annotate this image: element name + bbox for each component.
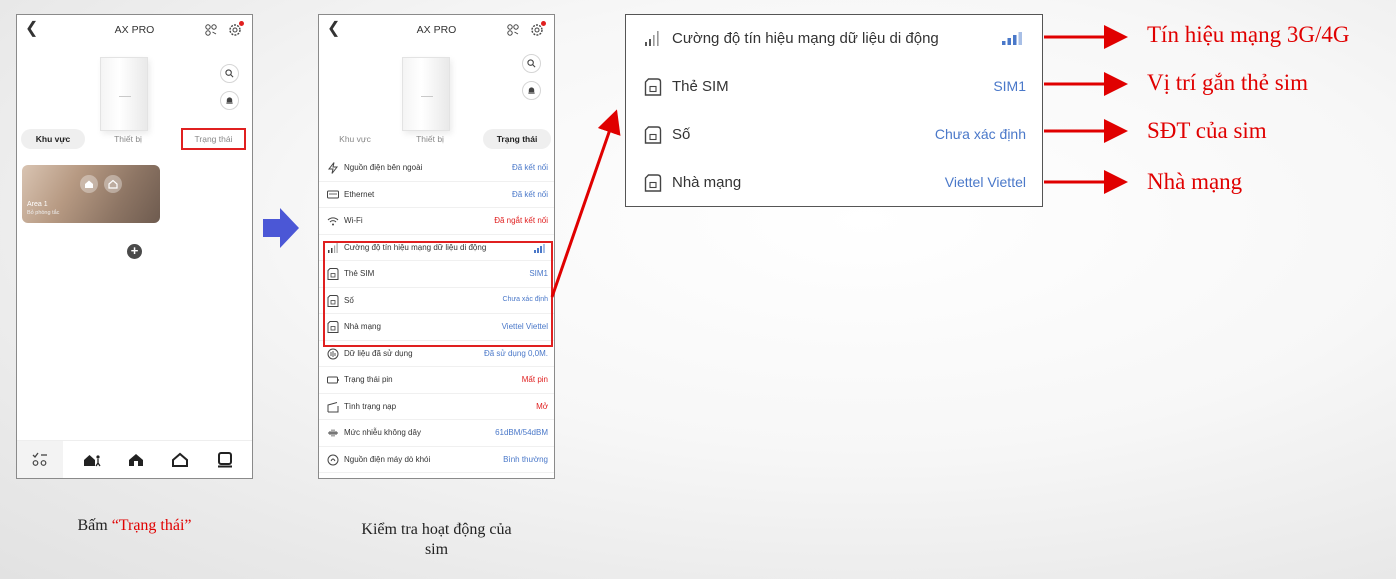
notification-dot (239, 21, 244, 26)
sim-section-highlight (323, 241, 553, 347)
zoom-label: Thẻ SIM (672, 78, 729, 95)
gear-icon[interactable] (530, 21, 546, 37)
zoom-row-sim-card[interactable]: Thẻ SIM SIM1 (626, 63, 1042, 111)
annotation-signal: Tín hiệu mạng 3G/4G (1147, 22, 1350, 47)
status-label: Nguồn điện bên ngoài (344, 163, 423, 172)
home-icon[interactable] (80, 175, 98, 193)
smoke-detector-icon (327, 454, 339, 465)
caption-prefix: Bấm (77, 517, 112, 534)
status-label: Trạng thái pin (344, 375, 393, 384)
zoom-value: Viettel Viettel (944, 174, 1026, 190)
tab-areas[interactable]: Khu vực (323, 129, 387, 149)
status-label: Tình trạng nạp (344, 401, 397, 411)
status-value: Bình thường (503, 454, 548, 464)
annotation-carrier: Nhà mạng (1147, 169, 1243, 194)
zoom-label: Cường độ tín hiệu mạng dữ liệu di động (672, 30, 939, 47)
next-step-arrow (263, 208, 299, 248)
zoom-label: Số (672, 126, 691, 143)
away-arm-icon[interactable] (127, 451, 145, 469)
device-image (100, 57, 148, 131)
battery-icon (327, 376, 339, 384)
signal-icon (645, 31, 659, 46)
zoom-row-cellular-signal[interactable]: Cường độ tín hiệu mạng dữ liệu di động (626, 15, 1042, 63)
alarm-bell-icon[interactable] (220, 91, 239, 110)
power-bolt-icon (327, 162, 339, 174)
tab-devices[interactable]: Thiết bị (103, 129, 153, 149)
caption-line-1: Kiểm tra hoạt động của (361, 521, 512, 538)
camera-off-icon[interactable] (104, 175, 122, 193)
status-value: Đã ngắt kết nối (494, 216, 548, 225)
plus-icon[interactable]: + (127, 244, 142, 259)
tab-status[interactable]: Trạng thái (181, 128, 246, 150)
notification-dot (541, 21, 546, 26)
zoom-icon[interactable] (220, 64, 239, 83)
status-label: Wi-Fi (344, 216, 363, 225)
alarm-bell-icon[interactable] (522, 81, 541, 100)
status-row-smoke-detector-power[interactable]: Nguồn điện máy dò khói Bình thường (319, 447, 554, 473)
stay-arm-icon[interactable] (83, 451, 101, 469)
wireless-noise-icon (328, 429, 338, 437)
status-value: Đã kết nối (511, 189, 548, 199)
caption-step-1: Bấm “Trạng thái” (16, 517, 253, 535)
share-icon[interactable] (506, 23, 520, 37)
status-row-ethernet[interactable]: Ethernet Đã kết nối (319, 182, 554, 208)
device-image (402, 57, 450, 131)
status-label: Nguồn điện máy dò khói (344, 454, 431, 464)
share-icon[interactable] (204, 23, 218, 37)
caption-highlight: “Trạng thái” (111, 517, 192, 534)
bottom-nav (17, 440, 252, 478)
caption-line-2: sim (424, 541, 449, 558)
status-row-lid-status[interactable]: Tình trạng nạp Mở (319, 394, 554, 420)
area-card[interactable]: Area 1 Bỏ phòng tắc (22, 165, 160, 223)
caption-step-2: Kiểm tra hoạt động của sim (318, 520, 555, 560)
zoom-row-carrier[interactable]: Nhà mạng Viettel Viettel (626, 159, 1042, 207)
status-label: Dữ liệu đã sử dụng (344, 348, 413, 358)
disarm-icon[interactable] (171, 451, 189, 469)
status-value: Đã kết nối (511, 163, 548, 172)
sim-icon (644, 126, 662, 144)
app-header: ❮ AX PRO (319, 15, 554, 45)
sim-icon (644, 174, 662, 192)
status-row-wifi[interactable]: Wi-Fi Đã ngắt kết nối (319, 208, 554, 235)
ethernet-icon (327, 190, 339, 198)
zoom-pointer-arrow (550, 109, 621, 298)
status-row-battery[interactable]: Trạng thái pin Mất pin (319, 367, 554, 394)
signal-strength-icon (1002, 32, 1022, 45)
status-label: Mức nhiễu không dây (344, 428, 421, 437)
status-value: Mở (536, 401, 548, 411)
zoom-row-number[interactable]: Số Chưa xác định (626, 111, 1042, 159)
area-mode: Bỏ phòng tắc (27, 210, 60, 216)
area-name: Area 1 (27, 201, 48, 208)
wifi-icon (327, 217, 339, 226)
gear-icon[interactable] (228, 21, 244, 37)
tab-bar: Khu vực Thiết bị Trạng thái (319, 129, 554, 151)
status-row-wireless-noise[interactable]: Mức nhiễu không dây 61dBM/54dBM (319, 420, 554, 447)
tab-areas[interactable]: Khu vực (21, 129, 85, 149)
tab-bar: Khu vực Thiết bị Trạng thái (17, 128, 252, 151)
status-label: Ethernet (344, 189, 375, 199)
tab-devices[interactable]: Thiết bị (405, 129, 455, 149)
phone-screen-areas: ❮ AX PRO Khu vực Thiết bị Trạng thái Are… (16, 14, 253, 479)
sim-info-zoom-panel: Cường độ tín hiệu mạng dữ liệu di động T… (625, 14, 1043, 207)
sim-icon (644, 78, 662, 96)
lid-icon (327, 401, 339, 412)
zoom-value: SIM1 (993, 78, 1026, 94)
annotation-phone-number: SĐT của sim (1147, 118, 1267, 143)
tab-status[interactable]: Trạng thái (483, 129, 551, 149)
zoom-icon[interactable] (522, 54, 541, 73)
zoom-label: Nhà mạng (672, 174, 742, 191)
app-header: ❮ AX PRO (17, 15, 252, 45)
zoom-value: Chưa xác định (934, 126, 1026, 142)
phone-screen-status: ❮ AX PRO Khu vực Thiết bị Trạng thái Ngu… (318, 14, 555, 479)
panel-icon[interactable] (216, 451, 234, 469)
status-value: Đã sử dụng 0,0M. (483, 348, 548, 358)
status-row-external-power[interactable]: Nguồn điện bên ngoài Đã kết nối (319, 155, 554, 182)
data-usage-icon (327, 348, 339, 359)
select-all-icon[interactable] (31, 451, 49, 469)
annotation-sim-slot: Vị trí gắn thẻ sim (1147, 70, 1308, 95)
status-value: 61dBM/54dBM (495, 428, 548, 437)
status-value: Mất pin (521, 375, 548, 384)
